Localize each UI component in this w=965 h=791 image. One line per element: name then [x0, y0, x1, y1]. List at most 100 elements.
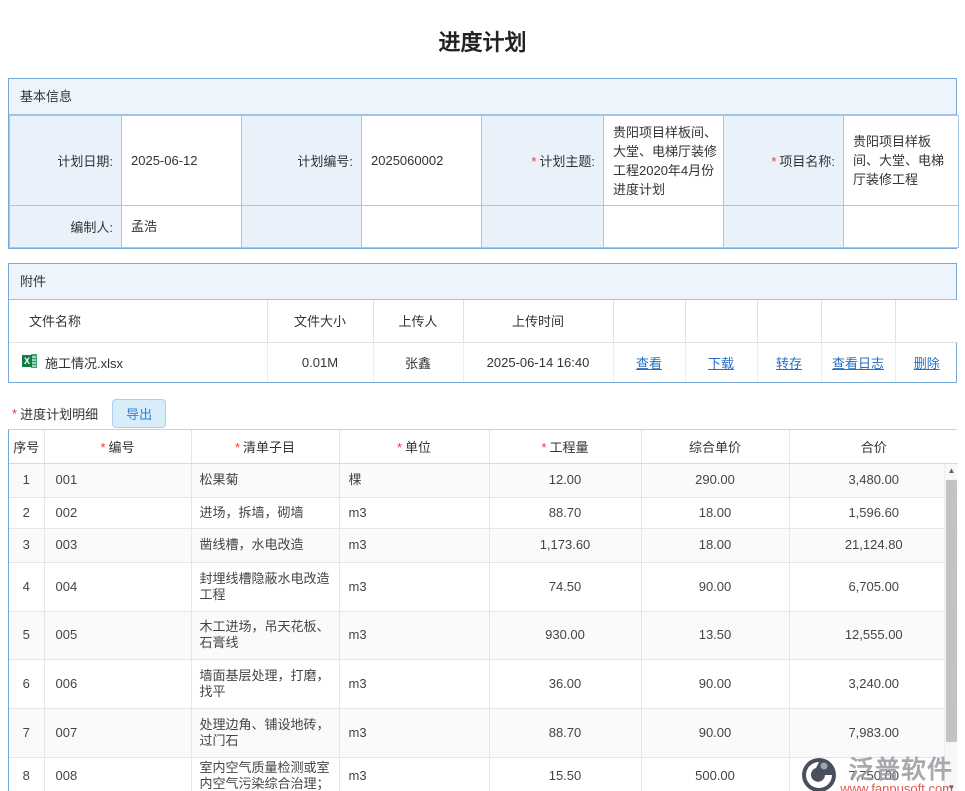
row-no: 1 — [9, 463, 44, 497]
row-unit: m3 — [339, 708, 489, 757]
row-no: 2 — [9, 497, 44, 528]
required-mark: * — [541, 440, 546, 455]
attachment-file-name: 施工情况.xlsx — [45, 353, 123, 372]
col-action — [757, 300, 821, 342]
row-no: 7 — [9, 708, 44, 757]
row-quantity: 930.00 — [489, 611, 641, 659]
col-uploader: 上传人 — [373, 300, 463, 342]
row-unit-price: 290.00 — [641, 463, 789, 497]
row-item: 进场，拆墙，砌墙 — [191, 497, 339, 528]
attachment-file-name-cell: X 施工情况.xlsx — [9, 342, 267, 382]
row-unit: 棵 — [339, 463, 489, 497]
basic-info-section: 基本信息 计划日期: 2025-06-12 计划编号: 2025060002 *… — [8, 78, 957, 249]
basic-info-table: 计划日期: 2025-06-12 计划编号: 2025060002 *计划主题:… — [9, 115, 959, 248]
row-unit-price: 18.00 — [641, 528, 789, 562]
row-quantity: 1,173.60 — [489, 528, 641, 562]
attachment-uploader: 张鑫 — [373, 342, 463, 382]
row-code: 002 — [44, 497, 191, 528]
attachment-action-cell: 查看 — [613, 342, 685, 382]
col-action — [685, 300, 757, 342]
col-code: *编号 — [44, 430, 191, 463]
table-row: 7 007 处理边角、铺设地砖，过门石 m3 88.70 90.00 7,983… — [9, 708, 958, 757]
attachments-table: 文件名称 文件大小 上传人 上传时间 — [9, 300, 958, 382]
row-quantity: 88.70 — [489, 497, 641, 528]
required-mark: * — [100, 440, 105, 455]
download-link[interactable]: 下载 — [708, 356, 734, 371]
required-mark: * — [771, 154, 776, 169]
col-action — [613, 300, 685, 342]
vertical-scrollbar[interactable]: ▲ ▼ — [944, 464, 957, 791]
col-unit-price: 综合单价 — [641, 430, 789, 463]
row-code: 005 — [44, 611, 191, 659]
delete-link[interactable]: 删除 — [914, 356, 940, 371]
plan-no-value: 2025060002 — [362, 116, 482, 206]
row-total: 6,705.00 — [789, 562, 958, 611]
view-log-link[interactable]: 查看日志 — [832, 356, 884, 371]
col-total: 合价 — [789, 430, 958, 463]
attachment-action-cell: 下载 — [685, 342, 757, 382]
scroll-down-arrow-icon[interactable]: ▼ — [945, 781, 958, 791]
row-total: 3,480.00 — [789, 463, 958, 497]
row-quantity: 74.50 — [489, 562, 641, 611]
col-file-size: 文件大小 — [267, 300, 373, 342]
row-unit: m3 — [339, 659, 489, 708]
attachments-section: 附件 文件名称 文件大小 上传人 上传时间 — [8, 263, 957, 383]
empty-value-cell — [362, 206, 482, 248]
required-mark: * — [397, 440, 402, 455]
row-code: 003 — [44, 528, 191, 562]
row-item: 木工进场，吊天花板、石膏线 — [191, 611, 339, 659]
col-quantity: *工程量 — [489, 430, 641, 463]
row-quantity: 12.00 — [489, 463, 641, 497]
row-total: 7,750.00 — [789, 757, 958, 791]
table-row: 3 003 凿线槽，水电改造 m3 1,173.60 18.00 21,124.… — [9, 528, 958, 562]
row-code: 008 — [44, 757, 191, 791]
detail-section-title: 进度计划明细 — [20, 404, 98, 423]
row-unit-price: 500.00 — [641, 757, 789, 791]
excel-icon: X — [22, 353, 38, 372]
col-no: 序号 — [9, 430, 44, 463]
plan-no-label: 计划编号: — [242, 116, 362, 206]
table-row: 2 002 进场，拆墙，砌墙 m3 88.70 18.00 1,596.60 — [9, 497, 958, 528]
detail-section: * 进度计划明细 导出 序号 *编号 *清单子目 *单位 *工程量 综合单价 合… — [8, 397, 957, 791]
row-item: 封埋线槽隐蔽水电改造工程 — [191, 562, 339, 611]
export-button[interactable]: 导出 — [112, 399, 166, 428]
basic-info-section-header: 基本信息 — [9, 79, 956, 115]
col-action — [821, 300, 895, 342]
col-file-name: 文件名称 — [9, 300, 267, 342]
plan-date-label: 计划日期: — [10, 116, 122, 206]
row-quantity: 88.70 — [489, 708, 641, 757]
empty-label-cell — [482, 206, 604, 248]
table-row: 1 001 松果菊 棵 12.00 290.00 3,480.00 — [9, 463, 958, 497]
col-upload-time: 上传时间 — [463, 300, 613, 342]
svg-text:X: X — [24, 356, 30, 366]
row-unit: m3 — [339, 497, 489, 528]
compiler-value: 孟浩 — [122, 206, 242, 248]
save-as-link[interactable]: 转存 — [776, 356, 802, 371]
row-code: 004 — [44, 562, 191, 611]
row-unit: m3 — [339, 757, 489, 791]
table-row: 4 004 封埋线槽隐蔽水电改造工程 m3 74.50 90.00 6,705.… — [9, 562, 958, 611]
row-unit: m3 — [339, 611, 489, 659]
required-mark: * — [12, 406, 17, 421]
row-total: 21,124.80 — [789, 528, 958, 562]
row-no: 6 — [9, 659, 44, 708]
view-link[interactable]: 查看 — [636, 356, 662, 371]
page-title: 进度计划 — [0, 0, 965, 78]
compiler-label: 编制人: — [10, 206, 122, 248]
attachment-upload-time: 2025-06-14 16:40 — [463, 342, 613, 382]
row-item: 凿线槽，水电改造 — [191, 528, 339, 562]
row-unit-price: 90.00 — [641, 708, 789, 757]
col-action — [895, 300, 958, 342]
empty-value-cell — [604, 206, 724, 248]
detail-grid: 序号 *编号 *清单子目 *单位 *工程量 综合单价 合价 1 001 松果菊 … — [8, 429, 957, 791]
required-mark: * — [531, 154, 536, 169]
row-unit-price: 13.50 — [641, 611, 789, 659]
plan-subject-label: *计划主题: — [482, 116, 604, 206]
row-unit-price: 18.00 — [641, 497, 789, 528]
table-row: 6 006 墙面基层处理，打磨，找平 m3 36.00 90.00 3,240.… — [9, 659, 958, 708]
row-total: 7,983.00 — [789, 708, 958, 757]
scroll-up-arrow-icon[interactable]: ▲ — [945, 464, 958, 478]
row-item: 室内空气质量检测或室内空气污染综合治理； — [191, 757, 339, 791]
scrollbar-thumb[interactable] — [946, 480, 957, 742]
row-code: 006 — [44, 659, 191, 708]
